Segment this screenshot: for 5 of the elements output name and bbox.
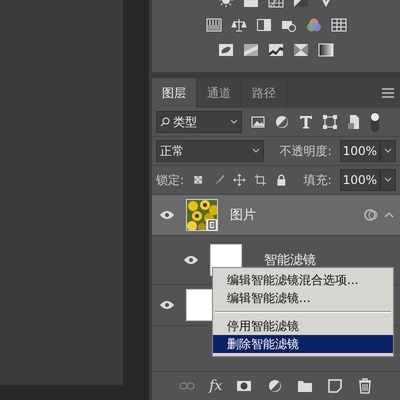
lock-label: 锁定:	[156, 172, 184, 188]
fill-label: 填充:	[304, 172, 332, 188]
opacity-label: 不透明度:	[280, 142, 332, 160]
layer-name: 智能滤镜	[264, 252, 316, 269]
layer-name: 图片	[230, 207, 256, 224]
